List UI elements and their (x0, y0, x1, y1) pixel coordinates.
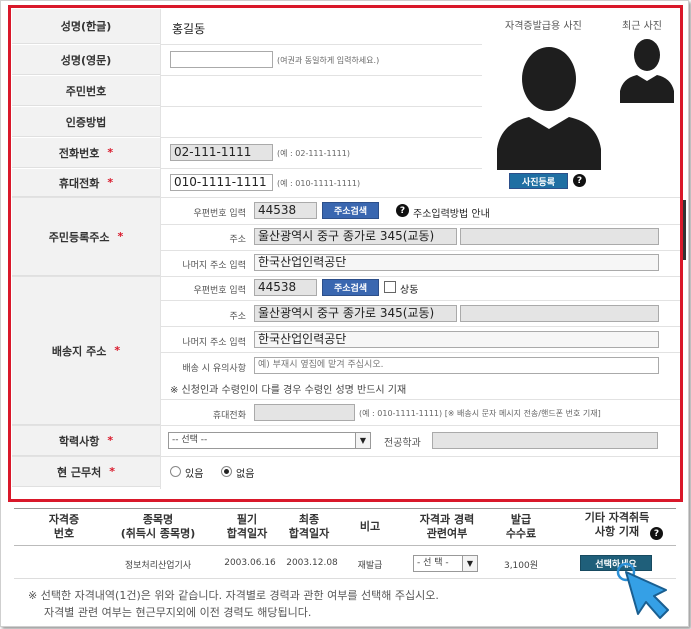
row-item: 정보처리산업기사 (124, 561, 192, 571)
scrollbar-thumb[interactable] (683, 200, 686, 260)
col-career: 자격과 경력 관련여부 (419, 513, 475, 540)
other-help-icon[interactable]: ? (650, 527, 663, 540)
highlight-box (8, 5, 683, 502)
col-remark: 비고 (359, 520, 381, 533)
career-select-value: - 선 택 - (417, 558, 449, 568)
row-final-date: 2003.12.08 (286, 558, 338, 568)
col-item: 종목명 (취득시 종목명) (120, 513, 196, 540)
career-select[interactable]: - 선 택 - ▼ (413, 555, 478, 572)
row-fee: 3,100원 (503, 561, 539, 571)
col-fee: 발급 수수료 (505, 513, 537, 540)
row-remark: 재발급 (357, 561, 383, 571)
note-line-1: ※ 선택한 자격내역(1건)은 위와 같습니다. 자격별로 경력과 관한 여부를… (28, 589, 439, 602)
table-top-border (14, 508, 676, 509)
mouse-cursor-icon (616, 562, 669, 619)
col-written-date: 필기 합격일자 (226, 513, 268, 540)
table-header-border (14, 545, 676, 546)
col-cert-no: 자격증 번호 (48, 513, 80, 540)
row-written-date: 2003.06.16 (224, 558, 276, 568)
note-line-2: 자격별 관련 여부는 현근무지외에 이전 경력도 해당됩니다. (44, 606, 312, 619)
chevron-down-icon: ▼ (462, 556, 477, 571)
table-bottom-border (14, 578, 676, 579)
col-final-date: 최종 합격일자 (288, 513, 330, 540)
